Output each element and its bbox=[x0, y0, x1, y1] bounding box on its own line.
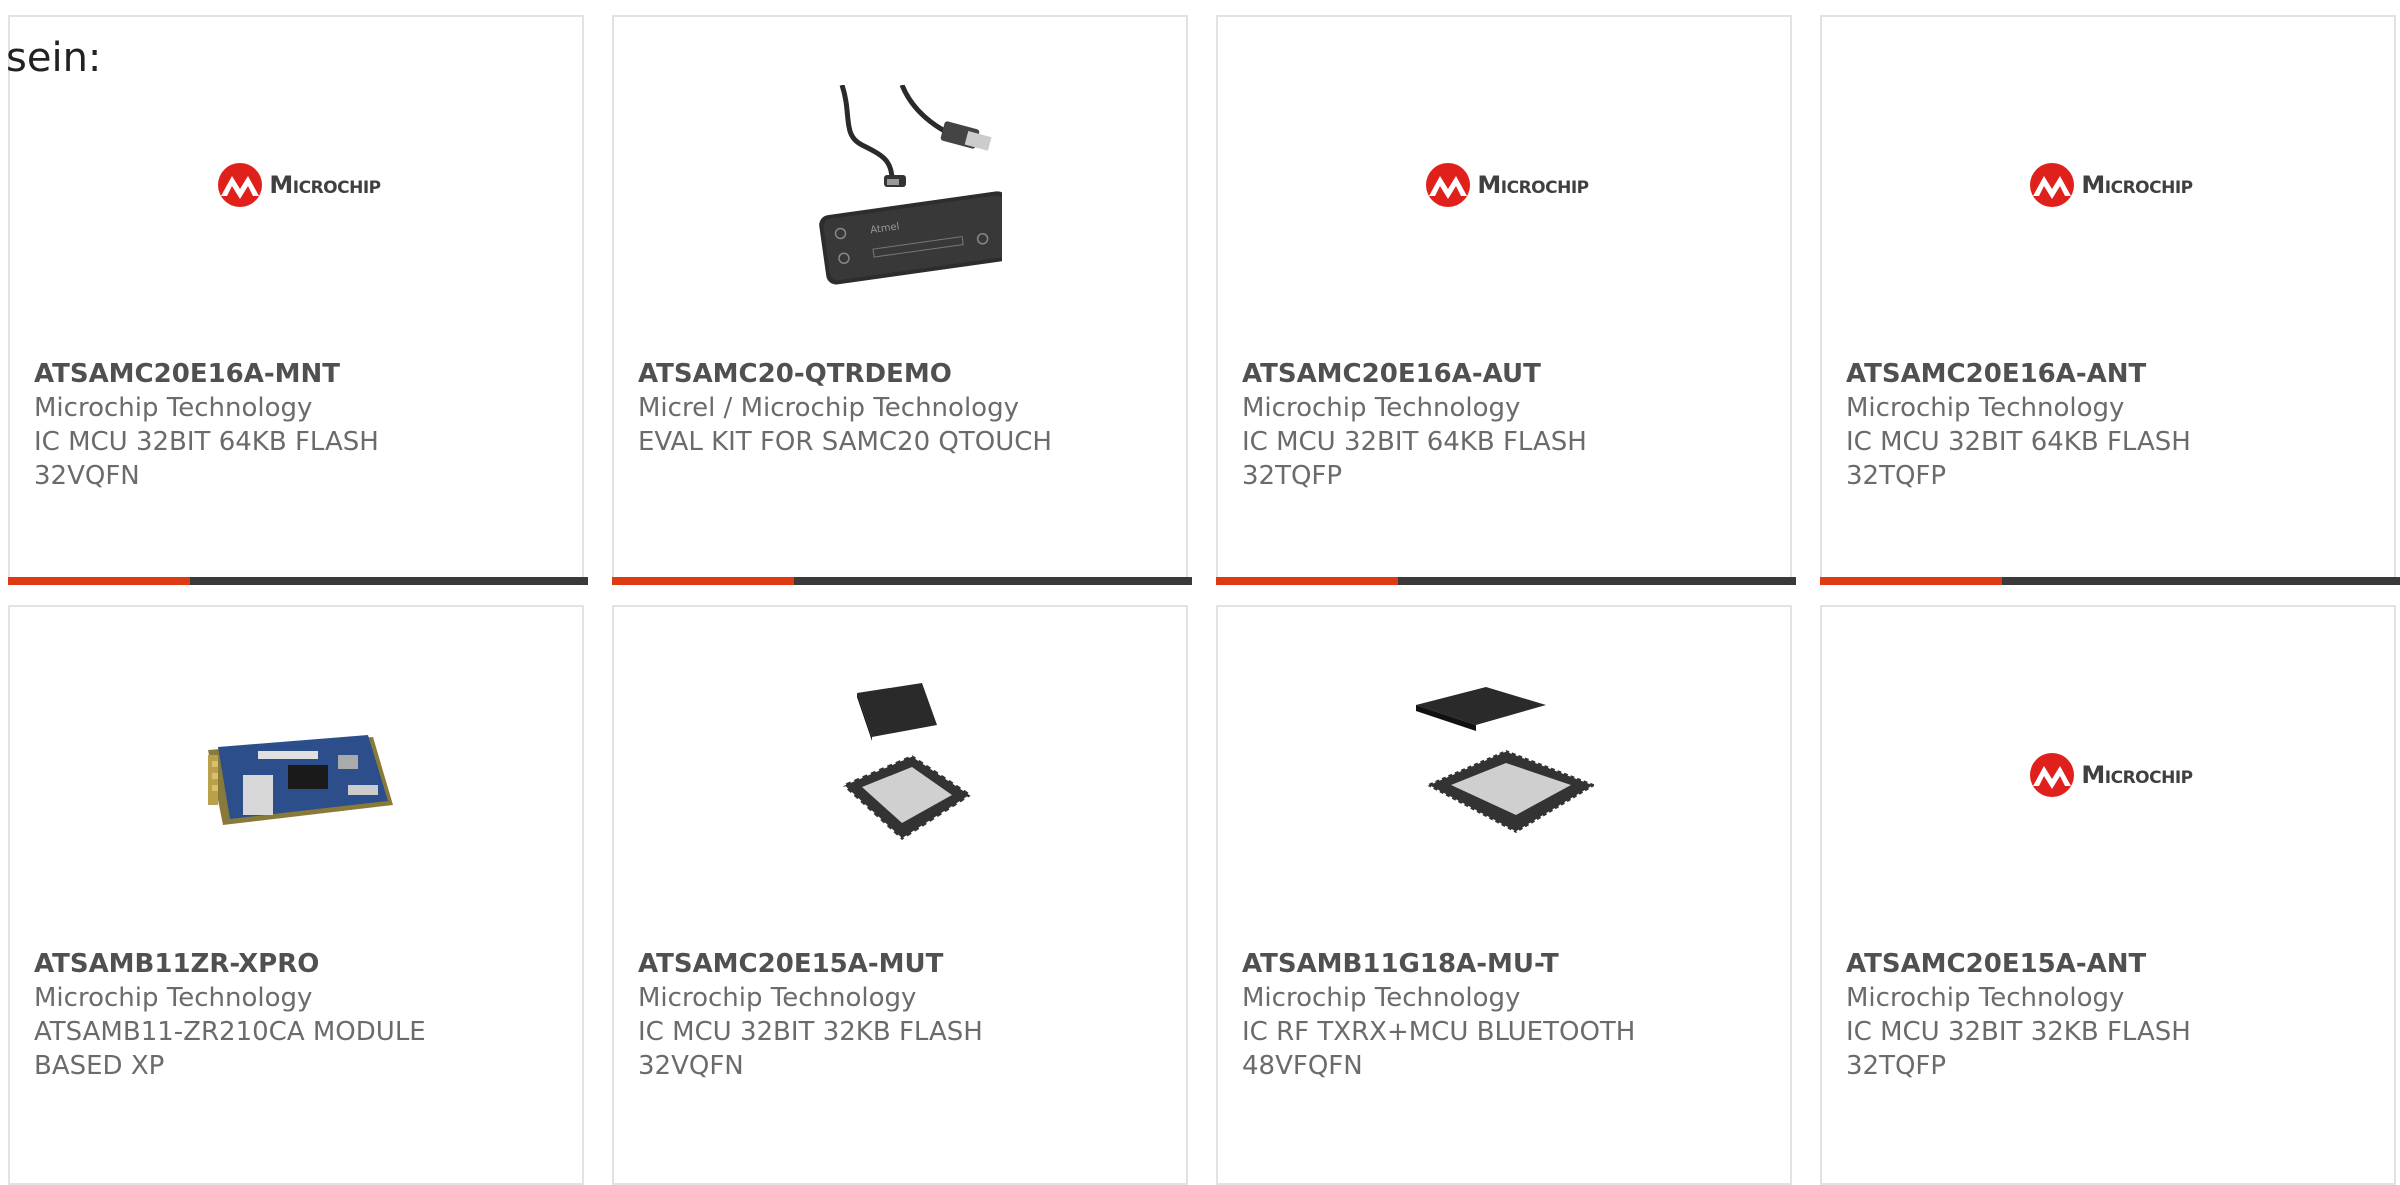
product-card[interactable]: ATSAMB11ZR-XPRO Microchip Technology ATS… bbox=[8, 605, 584, 1185]
part-number-link[interactable]: ATSAMC20E15A-MUT bbox=[638, 947, 1158, 981]
microchip-logo-icon bbox=[1426, 163, 1471, 207]
product-image[interactable] bbox=[802, 675, 1002, 875]
accent-bar bbox=[612, 577, 794, 585]
description: IC RF TXRX+MCU BLUETOOTH bbox=[1242, 1017, 1636, 1047]
part-number-link[interactable]: ATSAMC20-QTRDEMO bbox=[638, 357, 1158, 391]
product-image[interactable]: Microchip bbox=[198, 85, 398, 285]
microchip-logo-icon bbox=[218, 163, 263, 207]
part-number-link[interactable]: ATSAMC20E16A-ANT bbox=[1846, 357, 2366, 391]
logo-text: Microchip bbox=[1477, 171, 1589, 199]
accent-bar bbox=[1216, 577, 1398, 585]
manufacturer: Microchip Technology bbox=[1242, 983, 1521, 1013]
card-footer-bar bbox=[1216, 577, 1796, 585]
product-image[interactable]: Microchip bbox=[2010, 675, 2210, 875]
product-card[interactable]: Microchip ATSAMC20E16A-ANT Microchip Tec… bbox=[1820, 15, 2400, 585]
description: IC MCU 32BIT 64KB FLASH bbox=[1242, 427, 1587, 457]
package: 32TQFP bbox=[1846, 1051, 1947, 1081]
manufacturer: Microchip Technology bbox=[1846, 393, 2125, 423]
logo-text: Microchip bbox=[269, 171, 381, 199]
product-card[interactable]: ATSAMB11G18A-MU-T Microchip Technology I… bbox=[1216, 605, 1792, 1185]
manufacturer: Micrel / Microchip Technology bbox=[638, 393, 1019, 423]
microchip-logo: Microchip bbox=[215, 162, 381, 208]
description: IC MCU 32BIT 64KB FLASH bbox=[1846, 427, 2191, 457]
product-card[interactable]: Microchip ATSAMC20E16A-MNT Microchip Tec… bbox=[8, 15, 588, 585]
manufacturer: Microchip Technology bbox=[1242, 393, 1521, 423]
microchip-logo: Microchip bbox=[1423, 162, 1589, 208]
card-footer-bar bbox=[1820, 577, 2400, 585]
product-image[interactable] bbox=[198, 675, 398, 875]
card-footer-bar bbox=[612, 577, 1192, 585]
microchip-logo-icon bbox=[2030, 753, 2075, 797]
accent-bar bbox=[8, 577, 190, 585]
product-image[interactable]: Microchip bbox=[2010, 85, 2210, 285]
product-card[interactable]: Atmel ATSAMC20-QTRDEMO Micrel / Microchi… bbox=[612, 15, 1192, 585]
description: EVAL KIT FOR SAMC20 QTOUCH bbox=[638, 427, 1052, 457]
qfn-chip-photo bbox=[839, 683, 975, 842]
manufacturer: Microchip Technology bbox=[34, 983, 313, 1013]
part-number-link[interactable]: ATSAMC20E15A-ANT bbox=[1846, 947, 2366, 981]
eval-kit-photo: Atmel bbox=[819, 85, 1002, 285]
accent-bar bbox=[1820, 577, 2002, 585]
qfn48-chip-photo bbox=[1416, 687, 1600, 835]
manufacturer: Microchip Technology bbox=[1846, 983, 2125, 1013]
manufacturer: Microchip Technology bbox=[34, 393, 313, 423]
description: IC MCU 32BIT 32KB FLASH bbox=[638, 1017, 983, 1047]
part-number-link[interactable]: ATSAMC20E16A-MNT bbox=[34, 357, 554, 391]
package: 32VQFN bbox=[638, 1051, 744, 1081]
product-image[interactable] bbox=[1406, 675, 1606, 875]
package: BASED XP bbox=[34, 1051, 165, 1081]
card-footer-bar bbox=[8, 577, 588, 585]
description: ATSAMB11-ZR210CA MODULE bbox=[34, 1017, 426, 1047]
package: 32TQFP bbox=[1242, 461, 1343, 491]
description: IC MCU 32BIT 32KB FLASH bbox=[1846, 1017, 2191, 1047]
product-image[interactable]: Microchip bbox=[1406, 85, 1606, 285]
package: 32VQFN bbox=[34, 461, 140, 491]
package: 48VFQFN bbox=[1242, 1051, 1363, 1081]
product-image[interactable]: Atmel bbox=[802, 85, 1002, 285]
part-number-link[interactable]: ATSAMC20E16A-AUT bbox=[1242, 357, 1762, 391]
microchip-logo: Microchip bbox=[2027, 752, 2193, 798]
logo-text: Microchip bbox=[2081, 761, 2193, 789]
part-number-link[interactable]: ATSAMB11G18A-MU-T bbox=[1242, 947, 1762, 981]
section-heading: sein: bbox=[6, 35, 102, 81]
logo-text: Microchip bbox=[2081, 171, 2193, 199]
product-card[interactable]: Microchip ATSAMC20E15A-ANT Microchip Tec… bbox=[1820, 605, 2396, 1185]
dev-board-photo bbox=[208, 735, 393, 825]
part-number-link[interactable]: ATSAMB11ZR-XPRO bbox=[34, 947, 554, 981]
product-card[interactable]: Microchip ATSAMC20E16A-AUT Microchip Tec… bbox=[1216, 15, 1796, 585]
microchip-logo-icon bbox=[2030, 163, 2075, 207]
description: IC MCU 32BIT 64KB FLASH bbox=[34, 427, 379, 457]
manufacturer: Microchip Technology bbox=[638, 983, 917, 1013]
product-card[interactable]: ATSAMC20E15A-MUT Microchip Technology IC… bbox=[612, 605, 1188, 1185]
microchip-logo: Microchip bbox=[2027, 162, 2193, 208]
package: 32TQFP bbox=[1846, 461, 1947, 491]
